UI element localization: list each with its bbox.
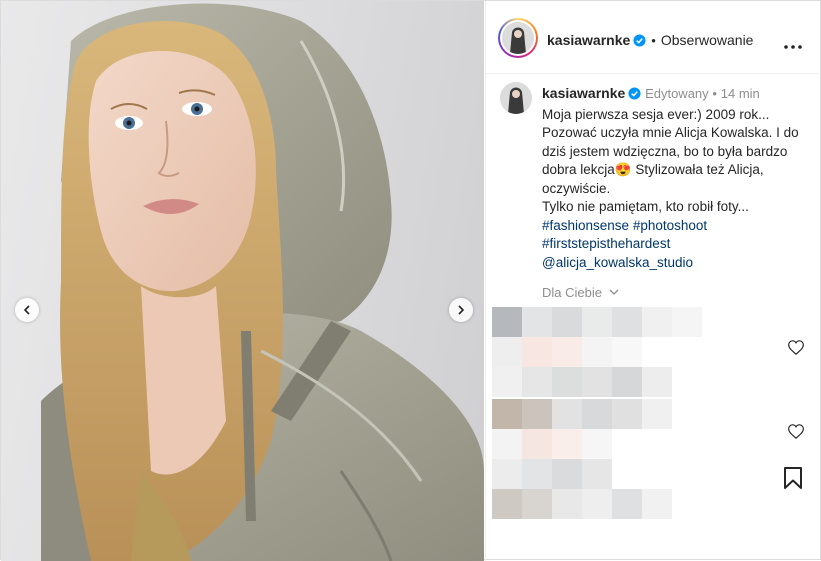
bookmark-icon[interactable] bbox=[783, 467, 803, 494]
header-user-line: kasiawarnke • Obserwowanie bbox=[547, 32, 753, 52]
heart-icon[interactable] bbox=[788, 340, 804, 360]
caption-text-line: Tylko nie pamiętam, kto robił foty... bbox=[542, 199, 749, 214]
previous-photo-button[interactable] bbox=[15, 298, 39, 322]
story-ring[interactable] bbox=[498, 18, 538, 58]
chevron-down-icon bbox=[609, 289, 619, 295]
post-header: kasiawarnke • Obserwowanie bbox=[486, 1, 821, 74]
more-options-icon[interactable] bbox=[784, 36, 802, 54]
verified-badge-icon bbox=[633, 34, 646, 52]
post-time[interactable]: 14 min bbox=[721, 86, 760, 101]
separator: • bbox=[651, 33, 656, 48]
verified-badge-icon bbox=[628, 87, 641, 106]
avatar[interactable] bbox=[502, 22, 534, 54]
caption-text-line: dobra lekcja😍 Stylizowała też Alicja, bbox=[542, 162, 764, 177]
hashtag-link[interactable]: #firststepisthehardest bbox=[542, 236, 670, 251]
following-button[interactable]: Obserwowanie bbox=[661, 32, 754, 48]
portrait-image bbox=[41, 3, 484, 561]
caption-username-link[interactable]: kasiawarnke bbox=[542, 85, 625, 101]
for-you-dropdown[interactable]: Dla Ciebie bbox=[542, 285, 619, 300]
caption-text-line: Pozować uczyła mnie Alicja Kowalska. I d… bbox=[542, 125, 799, 140]
post-photo[interactable] bbox=[1, 1, 484, 561]
hashtag-link[interactable]: #photoshoot bbox=[633, 218, 707, 233]
separator: • bbox=[712, 86, 717, 101]
edited-label: Edytowany bbox=[645, 86, 709, 101]
post-side-panel: kasiawarnke • Obserwowanie kasiawarnke Edy… bbox=[485, 1, 821, 561]
caption-text-line: oczywiście. bbox=[542, 180, 611, 196]
mention-link[interactable]: @alicja_kowalska_studio bbox=[542, 255, 693, 270]
heart-icon[interactable] bbox=[788, 424, 804, 444]
caption-text-line: dziś jestem wdzięczna, bo to była bardzo bbox=[542, 143, 788, 159]
caption-text-line: Moja pierwsza sesja ever:) 2009 rok... bbox=[542, 106, 770, 122]
post-caption: kasiawarnke Edytowany • 14 min Moja pier… bbox=[542, 84, 812, 272]
caption-avatar[interactable] bbox=[500, 82, 532, 114]
hashtag-link[interactable]: #fashionsense bbox=[542, 218, 629, 233]
username-link[interactable]: kasiawarnke bbox=[547, 32, 630, 48]
instagram-post-modal: kasiawarnke • Obserwowanie kasiawarnke Edy… bbox=[0, 0, 821, 561]
chevron-left-icon bbox=[23, 305, 30, 315]
for-you-label: Dla Ciebie bbox=[542, 285, 602, 300]
next-photo-button[interactable] bbox=[449, 298, 473, 322]
pixelated-comments bbox=[492, 307, 702, 519]
chevron-right-icon bbox=[458, 305, 465, 315]
